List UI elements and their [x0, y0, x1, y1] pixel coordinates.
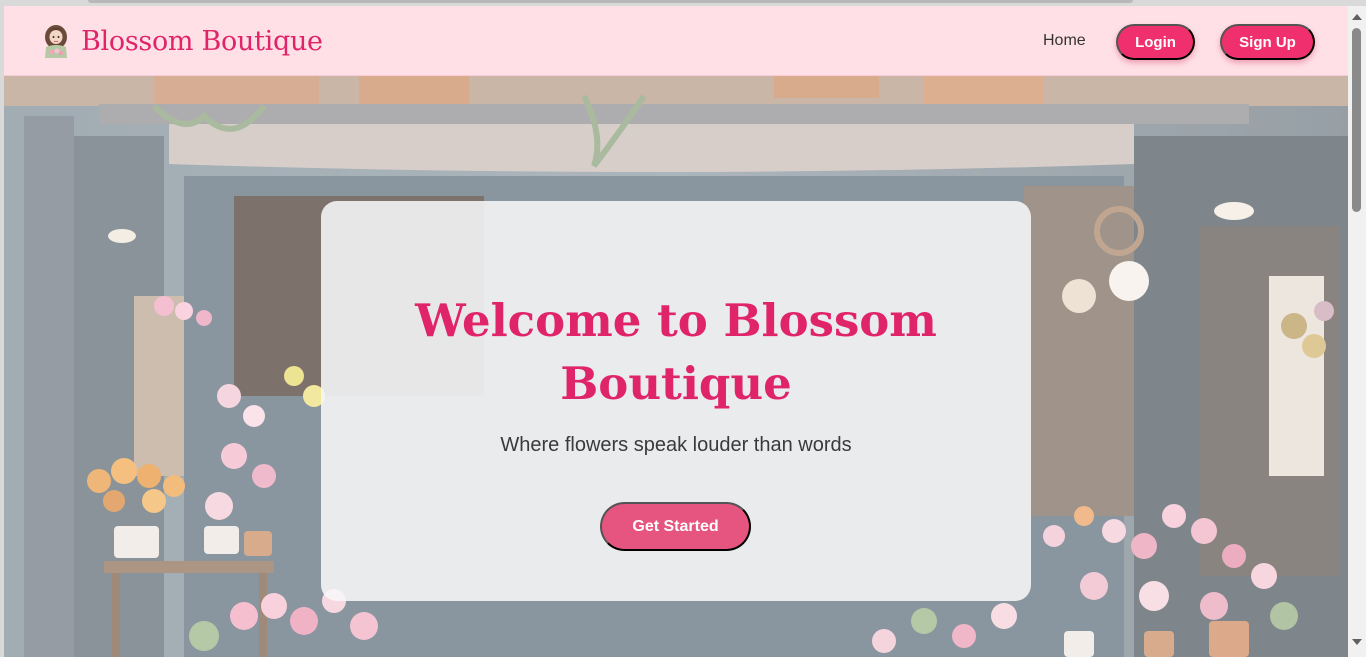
signup-button[interactable]: Sign Up — [1220, 24, 1315, 60]
florist-girl-icon — [45, 25, 67, 58]
hero-title: Welcome to Blossom Boutique — [415, 294, 937, 410]
scroll-thumb[interactable] — [1352, 28, 1361, 212]
welcome-card: Welcome to Blossom Boutique Where flower… — [321, 201, 1031, 601]
navbar: Blossom Boutique Home Login Sign Up — [4, 6, 1348, 76]
brand[interactable]: Blossom Boutique — [40, 23, 323, 59]
hero-section: Welcome to Blossom Boutique Where flower… — [4, 76, 1348, 657]
login-button[interactable]: Login — [1116, 24, 1195, 60]
get-started-button[interactable]: Get Started — [600, 502, 751, 551]
vertical-scrollbar[interactable] — [1348, 6, 1366, 657]
nav-home-link[interactable]: Home — [1043, 32, 1086, 50]
browser-viewport: Blossom Boutique Home Login Sign Up Welc… — [4, 6, 1348, 657]
window-top-edge — [88, 0, 1133, 3]
scroll-up-arrow-icon[interactable] — [1352, 14, 1362, 20]
hero-subtitle: Where flowers speak louder than words — [500, 434, 852, 456]
brand-name: Blossom Boutique — [81, 25, 323, 57]
scroll-down-arrow-icon[interactable] — [1352, 639, 1362, 645]
